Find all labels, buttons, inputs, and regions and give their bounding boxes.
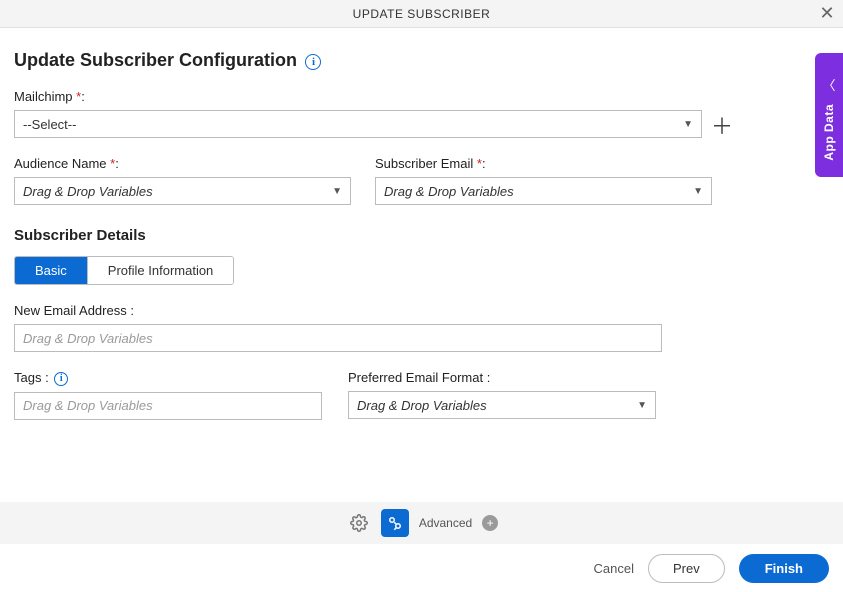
subscriber-email-label: Subscriber Email *: (375, 156, 712, 171)
row-new-email: New Email Address : Drag & Drop Variable… (14, 303, 829, 352)
new-email-label: New Email Address : (14, 303, 662, 318)
heading-row: Update Subscriber Configuration i (14, 50, 829, 71)
page-title: Update Subscriber Configuration (14, 50, 297, 71)
audience-label-text: Audience Name (14, 156, 110, 171)
title-bar: UPDATE SUBSCRIBER ✕ (0, 0, 843, 28)
colon: : (81, 89, 85, 104)
window-title: UPDATE SUBSCRIBER (353, 7, 491, 21)
mailchimp-field: Mailchimp *: --Select-- ▼ (14, 89, 702, 138)
subscriber-details-heading: Subscriber Details (14, 227, 829, 244)
pref-format-field: Preferred Email Format : Drag & Drop Var… (348, 370, 656, 420)
audience-field: Audience Name *: Drag & Drop Variables ▼ (14, 156, 351, 205)
mailchimp-label: Mailchimp *: (14, 89, 702, 104)
info-icon[interactable]: i (54, 372, 68, 386)
row-mailchimp: Mailchimp *: --Select-- ▼ ＋ (14, 89, 829, 138)
tab-profile-information[interactable]: Profile Information (87, 257, 234, 284)
chevron-down-icon: ▼ (332, 186, 342, 197)
footer-actions: Cancel Prev Finish (0, 544, 843, 592)
mailchimp-select[interactable]: --Select-- ▼ (14, 110, 702, 138)
tags-input[interactable]: Drag & Drop Variables (14, 392, 322, 420)
chevron-left-icon: 〈 (822, 75, 835, 94)
row-audience-email: Audience Name *: Drag & Drop Variables ▼… (14, 156, 829, 205)
content-area: Update Subscriber Configuration i Mailch… (0, 28, 843, 502)
prev-button[interactable]: Prev (648, 554, 725, 583)
app-data-side-tab[interactable]: 〈 App Data (815, 53, 843, 177)
add-mailchimp-button[interactable]: ＋ (712, 115, 732, 135)
tabs: Basic Profile Information (14, 256, 234, 285)
mailchimp-label-text: Mailchimp (14, 89, 76, 104)
audience-select[interactable]: Drag & Drop Variables ▼ (14, 177, 351, 205)
chevron-down-icon: ▼ (683, 119, 693, 130)
gear-icon[interactable] (345, 509, 373, 537)
row-tags-format: Tags : i Drag & Drop Variables Preferred… (14, 370, 829, 420)
info-icon[interactable]: i (305, 54, 321, 70)
side-tab-label: App Data (822, 104, 836, 161)
chevron-down-icon: ▼ (637, 400, 647, 411)
subscriber-email-select[interactable]: Drag & Drop Variables ▼ (375, 177, 712, 205)
subscriber-email-placeholder: Drag & Drop Variables (384, 184, 693, 199)
tags-placeholder: Drag & Drop Variables (23, 398, 153, 413)
pref-format-select[interactable]: Drag & Drop Variables ▼ (348, 391, 656, 419)
new-email-field: New Email Address : Drag & Drop Variable… (14, 303, 662, 352)
variable-picker-icon[interactable] (381, 509, 409, 537)
tab-basic[interactable]: Basic (15, 257, 87, 284)
advanced-label: Advanced (419, 516, 472, 530)
finish-button[interactable]: Finish (739, 554, 829, 583)
tags-label-text: Tags : (14, 370, 49, 385)
new-email-input[interactable]: Drag & Drop Variables (14, 324, 662, 352)
pref-format-label: Preferred Email Format : (348, 370, 656, 385)
close-icon[interactable]: ✕ (817, 3, 837, 23)
advanced-expand-button[interactable]: + (482, 515, 498, 531)
audience-placeholder: Drag & Drop Variables (23, 184, 332, 199)
mailchimp-select-value: --Select-- (23, 117, 683, 132)
subscriber-email-label-text: Subscriber Email (375, 156, 477, 171)
audience-label: Audience Name *: (14, 156, 351, 171)
subscriber-email-field: Subscriber Email *: Drag & Drop Variable… (375, 156, 712, 205)
colon: : (482, 156, 486, 171)
tags-label: Tags : i (14, 370, 322, 386)
pref-format-placeholder: Drag & Drop Variables (357, 398, 637, 413)
cancel-button[interactable]: Cancel (594, 561, 634, 576)
chevron-down-icon: ▼ (693, 186, 703, 197)
footer-toolbar: Advanced + (0, 502, 843, 544)
colon: : (115, 156, 119, 171)
tags-field: Tags : i Drag & Drop Variables (14, 370, 322, 420)
new-email-placeholder: Drag & Drop Variables (23, 331, 153, 346)
